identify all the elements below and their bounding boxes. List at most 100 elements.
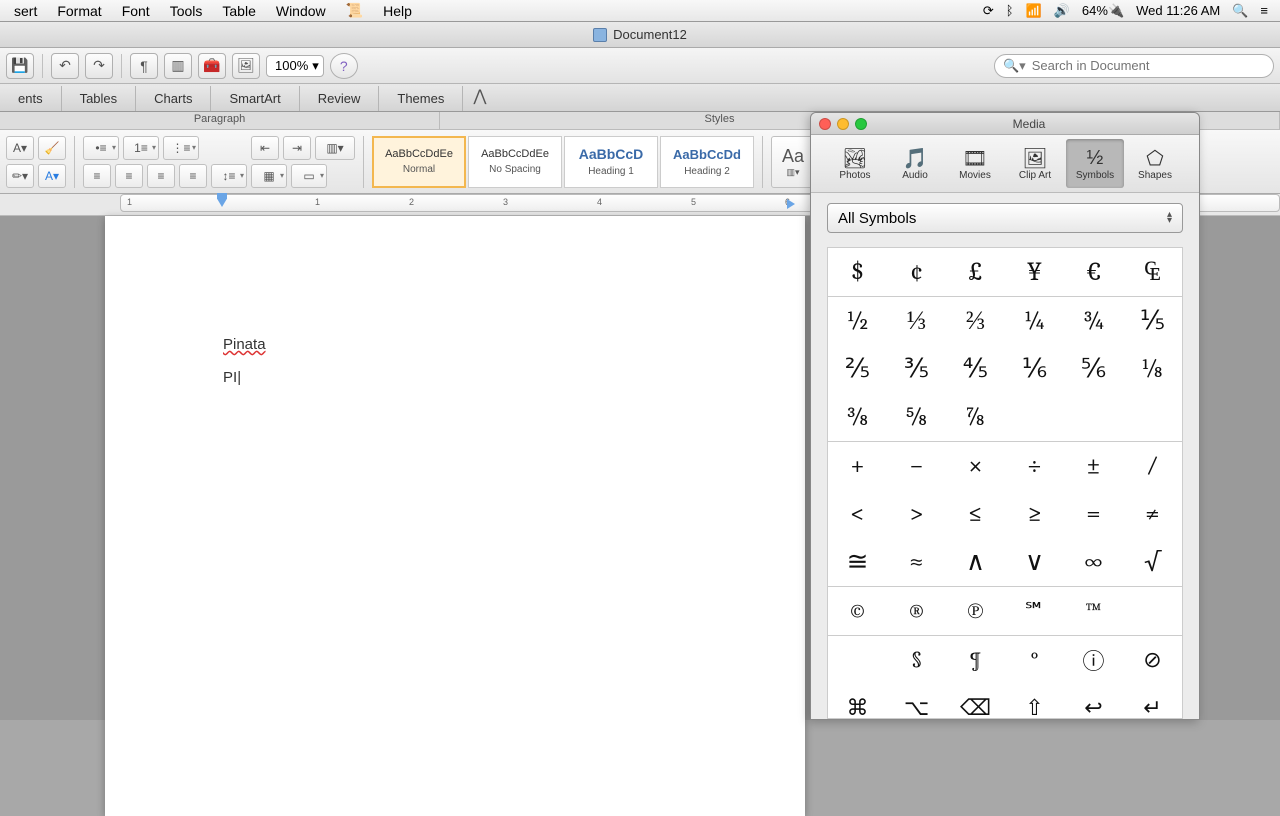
minimize-icon[interactable] <box>837 118 849 130</box>
numbering-button[interactable]: 1≡ <box>123 136 159 160</box>
document-page[interactable]: Pinata PI <box>105 216 805 816</box>
symbol-≥[interactable]: ≥ <box>1005 490 1064 538</box>
symbol-¥[interactable]: ¥ <box>1005 248 1064 296</box>
symbol-<[interactable]: < <box>828 490 887 538</box>
symbol-$[interactable]: $ <box>828 248 887 296</box>
symbol-™[interactable]: ™ <box>1064 587 1123 635</box>
symbol-≤[interactable]: ≤ <box>946 490 1005 538</box>
gallery-button[interactable]: 🖼 <box>232 53 260 79</box>
symbol-⅓[interactable]: ⅓ <box>887 297 946 345</box>
symbol-®[interactable]: ® <box>887 587 946 635</box>
increase-indent-button[interactable]: ⇥ <box>283 136 311 160</box>
menu-tools[interactable]: Tools <box>160 3 213 19</box>
menu-help[interactable]: Help <box>373 3 422 19</box>
symbol-⅛[interactable]: ⅛ <box>1123 345 1182 393</box>
symbol-⇧[interactable]: ⇧ <box>1005 684 1064 718</box>
symbol-⌥[interactable]: ⌥ <box>887 684 946 718</box>
toolbox-button[interactable]: 🧰 <box>198 53 226 79</box>
symbol-∕[interactable]: ∕ <box>1123 442 1182 490</box>
symbol-§[interactable]: § <box>887 636 946 684</box>
media-tab-clip-art[interactable]: 🖼Clip Art <box>1006 139 1064 188</box>
zoom-select[interactable]: 100%▾ <box>266 55 324 77</box>
undo-button[interactable]: ↶ <box>51 53 79 79</box>
bullets-button[interactable]: •≡ <box>83 136 119 160</box>
symbol-∞[interactable]: ∞ <box>1064 538 1123 586</box>
symbol-∧[interactable]: ∧ <box>946 538 1005 586</box>
symbol-↵[interactable]: ↵ <box>1123 684 1182 718</box>
search-input[interactable] <box>1032 58 1265 73</box>
media-tab-audio[interactable]: 🎵Audio <box>886 139 944 188</box>
close-icon[interactable] <box>819 118 831 130</box>
symbol-¢[interactable]: ¢ <box>887 248 946 296</box>
shading-button[interactable]: ▦ <box>251 164 287 188</box>
symbol-⅔[interactable]: ⅔ <box>946 297 1005 345</box>
style-normal[interactable]: AaBbCcDdEeNormal <box>372 136 466 188</box>
symbol-⅞[interactable]: ⅞ <box>946 393 1005 441</box>
font-button[interactable]: A▾ <box>6 136 34 160</box>
spotlight-icon[interactable]: 🔍 <box>1232 3 1248 19</box>
tab-elements[interactable]: ents <box>0 86 62 111</box>
symbol-©[interactable]: © <box>828 587 887 635</box>
save-button[interactable]: 💾 <box>6 53 34 79</box>
symbol-category-select[interactable]: All Symbols ▴▾ <box>827 203 1183 233</box>
clear-formatting-button[interactable]: 🧹 <box>38 136 66 160</box>
search-box[interactable]: 🔍▾ <box>994 54 1274 78</box>
symbol-−[interactable]: − <box>887 442 946 490</box>
line-spacing-button[interactable]: ↕≡ <box>211 164 247 188</box>
tab-tables[interactable]: Tables <box>62 86 137 111</box>
multilevel-button[interactable]: ⋮≡ <box>163 136 199 160</box>
right-margin-marker-icon[interactable] <box>787 199 795 209</box>
decrease-indent-button[interactable]: ⇤ <box>251 136 279 160</box>
symbol-⊘[interactable]: ⊘ <box>1123 636 1182 684</box>
symbol-⅜[interactable]: ⅜ <box>828 393 887 441</box>
symbol-€[interactable]: € <box>1064 248 1123 296</box>
media-titlebar[interactable]: Media <box>811 113 1199 135</box>
symbol-√[interactable]: √ <box>1123 538 1182 586</box>
borders-button[interactable]: ▭ <box>291 164 327 188</box>
symbol-=[interactable]: = <box>1064 490 1123 538</box>
media-tab-photos[interactable]: 🏞Photos <box>826 139 884 188</box>
symbol-⅗[interactable]: ⅗ <box>887 345 946 393</box>
symbol-½[interactable]: ½ <box>828 297 887 345</box>
highlight-button[interactable]: ✏▾ <box>6 164 34 188</box>
tab-review[interactable]: Review <box>300 86 380 111</box>
symbol-⅚[interactable]: ⅚ <box>1064 345 1123 393</box>
symbol-+[interactable]: + <box>828 442 887 490</box>
symbol-≅[interactable]: ≅ <box>828 538 887 586</box>
ribbon-collapse-icon[interactable]: ⋀ <box>463 81 496 111</box>
themes-button[interactable]: Aa ▥▾ <box>771 136 815 188</box>
help-button[interactable]: ? <box>330 53 358 79</box>
symbol-⅙[interactable]: ⅙ <box>1005 345 1064 393</box>
media-tab-shapes[interactable]: ⬠Shapes <box>1126 139 1184 188</box>
doc-text-cursor-line[interactable]: PI <box>223 369 687 386</box>
symbol-⅘[interactable]: ⅘ <box>946 345 1005 393</box>
symbol-≠[interactable]: ≠ <box>1123 490 1182 538</box>
media-tab-movies[interactable]: 🎞Movies <box>946 139 1004 188</box>
menu-table[interactable]: Table <box>212 3 265 19</box>
menu-font[interactable]: Font <box>112 3 160 19</box>
symbol-⅕[interactable]: ⅕ <box>1123 297 1182 345</box>
symbol-⌘[interactable]: ⌘ <box>828 684 887 718</box>
symbol-℠[interactable]: ℠ <box>1005 587 1064 635</box>
show-hide-button[interactable]: ¶ <box>130 53 158 79</box>
align-justify-button[interactable]: ≡ <box>179 164 207 188</box>
symbol-⅝[interactable]: ⅝ <box>887 393 946 441</box>
symbol-ⓘ[interactable]: ⓘ <box>1064 636 1123 684</box>
symbol-×[interactable]: × <box>946 442 1005 490</box>
style-no-spacing[interactable]: AaBbCcDdEeNo Spacing <box>468 136 562 188</box>
symbol-°[interactable]: ° <box>1005 636 1064 684</box>
align-right-button[interactable]: ≡ <box>147 164 175 188</box>
redo-button[interactable]: ↷ <box>85 53 113 79</box>
notification-icon[interactable]: ≡ <box>1260 3 1268 18</box>
align-left-button[interactable]: ≡ <box>83 164 111 188</box>
symbol-÷[interactable]: ÷ <box>1005 442 1064 490</box>
tab-charts[interactable]: Charts <box>136 86 211 111</box>
font-color-button[interactable]: A▾ <box>38 164 66 188</box>
tab-themes[interactable]: Themes <box>379 86 463 111</box>
align-center-button[interactable]: ≡ <box>115 164 143 188</box>
symbol-apple[interactable] <box>828 636 887 684</box>
symbol-↩[interactable]: ↩ <box>1064 684 1123 718</box>
symbol-≈[interactable]: ≈ <box>887 538 946 586</box>
doc-text-pinata[interactable]: Pinata <box>223 336 687 353</box>
symbol-⅖[interactable]: ⅖ <box>828 345 887 393</box>
